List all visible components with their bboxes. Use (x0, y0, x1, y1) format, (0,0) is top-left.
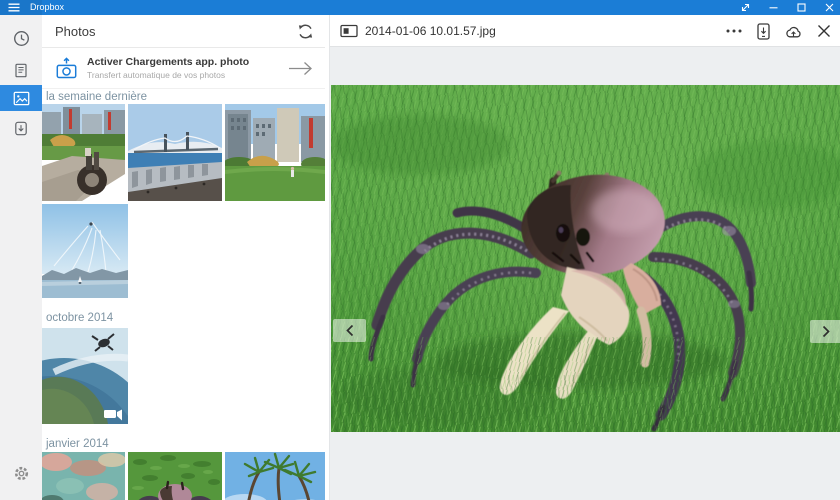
sidebar-item-files[interactable] (0, 57, 42, 83)
camera-upload-icon (55, 57, 78, 85)
thumbnail-bay-bridge[interactable] (128, 104, 222, 201)
settings-button[interactable] (0, 458, 42, 488)
refresh-icon (297, 23, 314, 40)
banner-subtitle: Transfert automatique de vos photos (87, 70, 225, 80)
viewer-actions (726, 15, 831, 47)
photos-panel: Photos Activer Chargement (42, 15, 325, 500)
photo-filename: 2014-01-06 10.01.57.jpg (365, 15, 496, 47)
sidebar-item-photos[interactable] (0, 85, 42, 111)
close-photo-button[interactable] (817, 24, 831, 38)
share-button[interactable] (785, 24, 802, 39)
dropbox-app-window: Dropbox (0, 0, 840, 500)
titlebar: Dropbox (0, 0, 840, 15)
thumbnail-airshow-sky[interactable] (42, 204, 128, 298)
more-button[interactable] (726, 29, 742, 33)
toggle-panel-button[interactable] (340, 24, 358, 43)
fullscreen-button[interactable] (741, 3, 750, 12)
app-title: Dropbox (30, 0, 64, 15)
share-cloud-icon (785, 24, 802, 39)
fullscreen-icon (741, 3, 750, 12)
thumbnail-city-buildings-lawn[interactable] (225, 104, 325, 201)
refresh-button[interactable] (297, 23, 314, 40)
close-window-button[interactable] (825, 3, 834, 12)
viewer-header: 2014-01-06 10.01.57.jpg (330, 15, 840, 47)
save-to-device-button[interactable] (757, 23, 770, 40)
banner-title: Activer Chargements app. photo (87, 56, 249, 68)
sidebar-item-recents[interactable] (0, 25, 42, 51)
next-photo-button[interactable] (810, 320, 840, 343)
close-icon (825, 3, 834, 12)
thumbnail-crab-on-grass[interactable] (128, 452, 222, 500)
thumbnail-city-sculpture[interactable] (42, 104, 125, 201)
left-icon-rail (0, 15, 42, 500)
window-controls (741, 0, 834, 15)
minimize-button[interactable] (769, 3, 778, 12)
minimize-icon (769, 3, 778, 12)
section-label-january: janvier 2014 (46, 438, 109, 450)
close-photo-icon (817, 24, 831, 38)
section-label-october: octobre 2014 (46, 312, 113, 324)
pane-toggle-icon (340, 24, 358, 38)
photo-viewer: 2014-01-06 10.01.57.jpg (329, 15, 840, 500)
camera-upload-banner[interactable]: Activer Chargements app. photo Transfert… (42, 48, 325, 89)
photo-crab-on-grass[interactable] (331, 85, 840, 432)
panel-header: Photos (42, 15, 325, 48)
sidebar-item-offline[interactable] (0, 115, 42, 141)
arrow-right-icon (288, 61, 313, 81)
more-icon (726, 29, 742, 33)
save-to-device-icon (757, 23, 770, 40)
hamburger-icon (8, 3, 20, 12)
previous-photo-button[interactable] (333, 319, 366, 342)
chevron-left-icon (345, 324, 355, 337)
photos-icon (13, 91, 30, 106)
thumbnail-palm-trees[interactable] (225, 452, 325, 500)
page-title: Photos (55, 15, 95, 48)
thumbnail-skydive-video[interactable] (42, 328, 128, 424)
maximize-icon (797, 3, 806, 12)
document-icon (13, 62, 29, 79)
section-label-last-week: la semaine dernière (46, 91, 147, 103)
chevron-right-icon (821, 325, 831, 338)
gear-icon (13, 465, 30, 482)
maximize-button[interactable] (797, 3, 806, 12)
clock-icon (13, 30, 30, 47)
thumbnail-coral-reef[interactable] (42, 452, 125, 500)
download-icon (13, 120, 29, 137)
